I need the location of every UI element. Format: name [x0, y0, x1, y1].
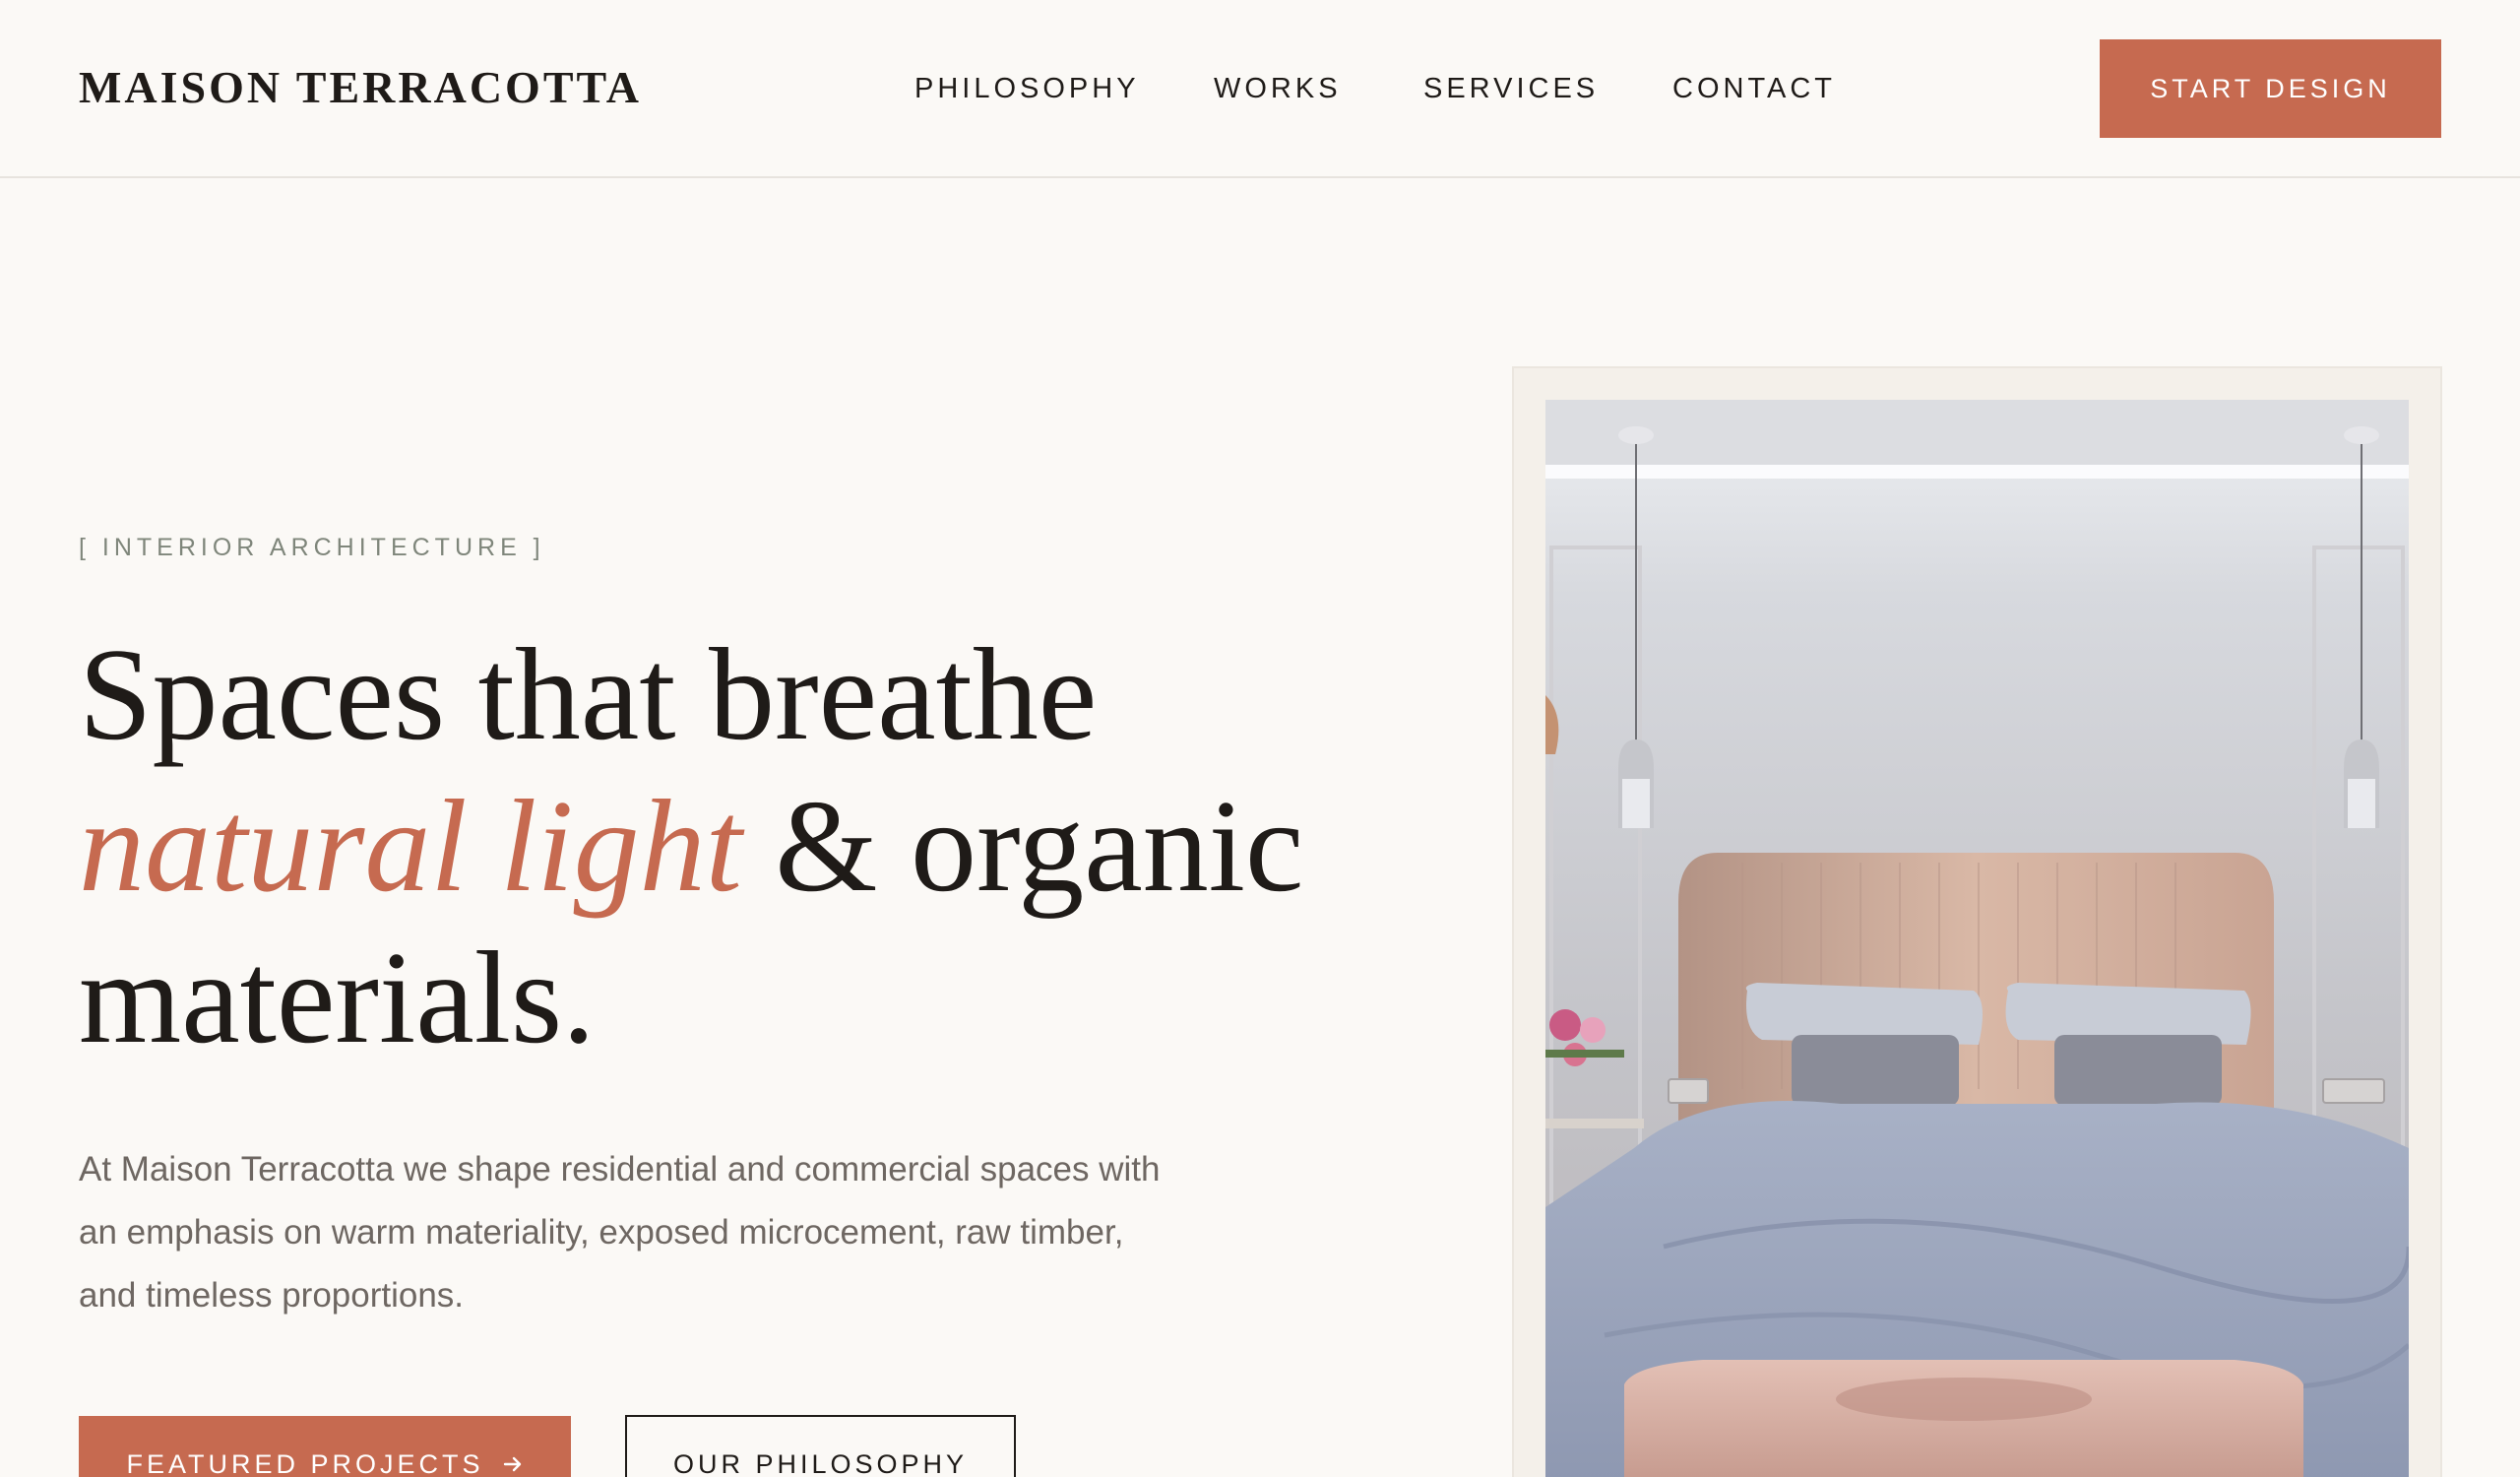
featured-projects-button[interactable]: FEATURED PROJECTS [79, 1416, 571, 1477]
hero-eyebrow: [ INTERIOR ARCHITECTURE ] [79, 534, 545, 561]
arrow-right-icon [502, 1449, 524, 1477]
headline-line-1: Spaces that breathe [79, 621, 1098, 767]
hero-headline: Spaces that breathe natural light & organ… [79, 618, 1418, 1073]
nav-item-works[interactable]: WORKS [1214, 73, 1342, 105]
our-philosophy-button[interactable]: OUR PHILOSOPHY [625, 1415, 1016, 1477]
featured-projects-label: FEATURED PROJECTS [126, 1449, 484, 1477]
nav-item-contact[interactable]: CONTACT [1672, 73, 1836, 105]
headline-accent: natural light [79, 773, 742, 919]
nav-item-philosophy[interactable]: PHILOSOPHY [914, 73, 1140, 105]
bedroom-photo [1545, 400, 2409, 1477]
hero-description: At Maison Terracotta we shape residentia… [79, 1150, 1161, 1315]
nav-item-services[interactable]: SERVICES [1423, 73, 1599, 105]
start-design-button[interactable]: START DESIGN [2100, 39, 2441, 138]
brand-logo[interactable]: MAISON TERRACOTTA [79, 61, 642, 113]
site-header: MAISON TERRACOTTA PHILOSOPHY WORKS SERVI… [0, 0, 2520, 178]
